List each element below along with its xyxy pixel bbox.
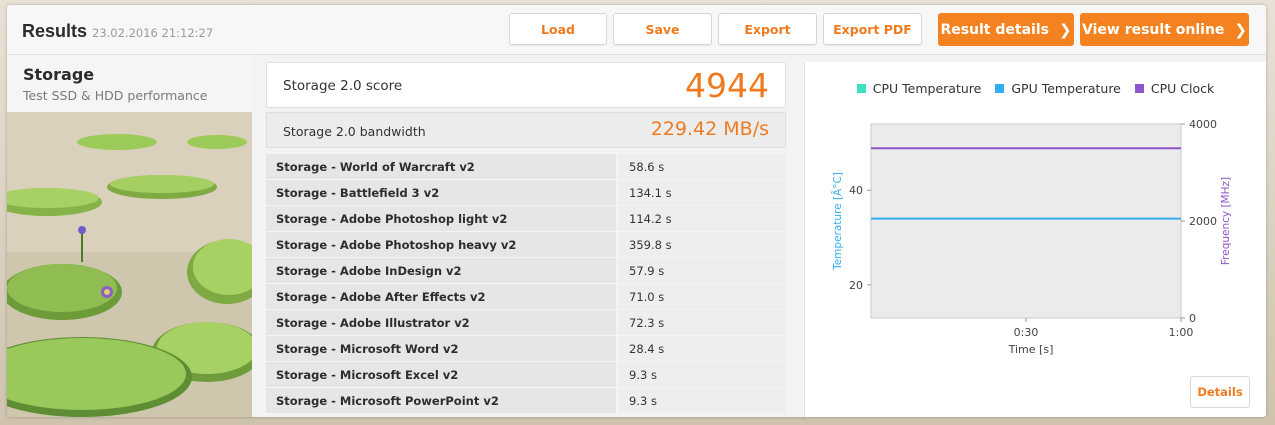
load-button[interactable]: Load	[509, 13, 607, 45]
subtest-name: Storage - Adobe Photoshop heavy v2	[266, 232, 618, 257]
table-row: Storage - Adobe Photoshop light v2 114.2…	[266, 206, 786, 232]
table-row: Storage - Microsoft Excel v2 9.3 s	[266, 362, 786, 388]
benchmark-description: Test SSD & HDD performance	[23, 88, 208, 103]
x-axis-label: Time [s]	[1008, 343, 1054, 356]
y-left-tick-label: 40	[849, 184, 863, 197]
chevron-right-icon: ❯	[1058, 20, 1072, 39]
y-left-axis-label: Temperature [Â°C]	[831, 172, 844, 271]
view-result-online-button[interactable]: View result online ❯	[1080, 13, 1249, 46]
table-row: Storage - Adobe Illustrator v2 72.3 s	[266, 310, 786, 336]
bandwidth-value: 229.42 MB/s	[650, 118, 769, 140]
save-button[interactable]: Save	[613, 13, 712, 45]
benchmark-image	[7, 112, 252, 417]
subtest-name: Storage - Microsoft Excel v2	[266, 362, 618, 387]
subtest-value: 134.1 s	[618, 180, 786, 205]
result-details-button[interactable]: Result details ❯	[938, 13, 1074, 46]
subtest-value: 72.3 s	[618, 310, 786, 335]
result-date: 23.02.2016 21:12:27	[92, 26, 214, 40]
table-row: Storage - Battlefield 3 v2 134.1 s	[266, 180, 786, 206]
y-left-tick-label: 20	[849, 279, 863, 292]
plot-area	[870, 123, 1182, 319]
subtest-name: Storage - World of Warcraft v2	[266, 154, 618, 179]
table-row: Storage - Adobe Photoshop heavy v2 359.8…	[266, 232, 786, 258]
monitoring-chart-panel: CPU Temperature GPU Temperature CPU Cloc…	[804, 62, 1266, 417]
benchmark-name: Storage	[23, 65, 95, 84]
benchmark-info: Storage Test SSD & HDD performance	[7, 55, 252, 417]
x-tick-label: 1:00	[1169, 326, 1194, 339]
bandwidth-box: Storage 2.0 bandwidth 229.42 MB/s	[266, 112, 786, 148]
subtest-value: 114.2 s	[618, 206, 786, 231]
y-right-tick-label: 4000	[1189, 118, 1217, 131]
monitoring-chart: 40 20 4000 2000 0 0:30 1:00 Time [s] Temperature…	[831, 118, 1232, 356]
results-header: Results 23.02.2016 21:12:27 Load Save Ex…	[7, 5, 1266, 55]
subtest-value: 28.4 s	[618, 336, 786, 361]
subtest-name: Storage - Adobe InDesign v2	[266, 258, 618, 283]
score-box: Storage 2.0 score 4944	[266, 62, 786, 108]
table-row: Storage - Microsoft PowerPoint v2 9.3 s	[266, 388, 786, 414]
score-section: Storage 2.0 score 4944 Storage 2.0 bandw…	[266, 62, 786, 417]
page-title: Results	[22, 21, 88, 41]
subtest-name: Storage - Microsoft PowerPoint v2	[266, 388, 618, 413]
details-button[interactable]: Details	[1190, 376, 1250, 408]
subtest-value: 58.6 s	[618, 154, 786, 179]
x-tick-label: 0:30	[1014, 326, 1039, 339]
export-button[interactable]: Export	[718, 13, 817, 45]
table-row: Storage - Adobe InDesign v2 57.9 s	[266, 258, 786, 284]
table-row: Storage - World of Warcraft v2 58.6 s	[266, 154, 786, 180]
table-row: Storage - Adobe After Effects v2 71.0 s	[266, 284, 786, 310]
subtest-value: 359.8 s	[618, 232, 786, 257]
subtest-value: 57.9 s	[618, 258, 786, 283]
subtest-name: Storage - Microsoft Word v2	[266, 336, 618, 361]
results-panel: Results 23.02.2016 21:12:27 Load Save Ex…	[7, 5, 1266, 417]
subtest-name: Storage - Adobe Photoshop light v2	[266, 206, 618, 231]
y-right-tick-label: 0	[1189, 312, 1196, 325]
y-right-axis-label: Frequency [MHz]	[1220, 177, 1232, 265]
result-details-label: Result details	[940, 21, 1049, 38]
subtest-value: 71.0 s	[618, 284, 786, 309]
score-value: 4944	[685, 66, 769, 105]
chevron-right-icon: ❯	[1234, 20, 1247, 39]
bandwidth-label: Storage 2.0 bandwidth	[283, 124, 426, 139]
subtest-value: 9.3 s	[618, 362, 786, 387]
view-result-online-label: View result online	[1082, 21, 1225, 38]
subtest-name: Storage - Battlefield 3 v2	[266, 180, 618, 205]
subtest-name: Storage - Adobe After Effects v2	[266, 284, 618, 309]
table-row: Storage - Microsoft Word v2 28.4 s	[266, 336, 786, 362]
score-label: Storage 2.0 score	[283, 78, 403, 94]
subtest-name: Storage - Adobe Illustrator v2	[266, 310, 618, 335]
export-pdf-button[interactable]: Export PDF	[823, 13, 922, 45]
subtest-table: Storage - World of Warcraft v2 58.6 s St…	[266, 154, 786, 414]
subtest-value: 9.3 s	[618, 388, 786, 413]
y-right-tick-label: 2000	[1189, 215, 1217, 228]
